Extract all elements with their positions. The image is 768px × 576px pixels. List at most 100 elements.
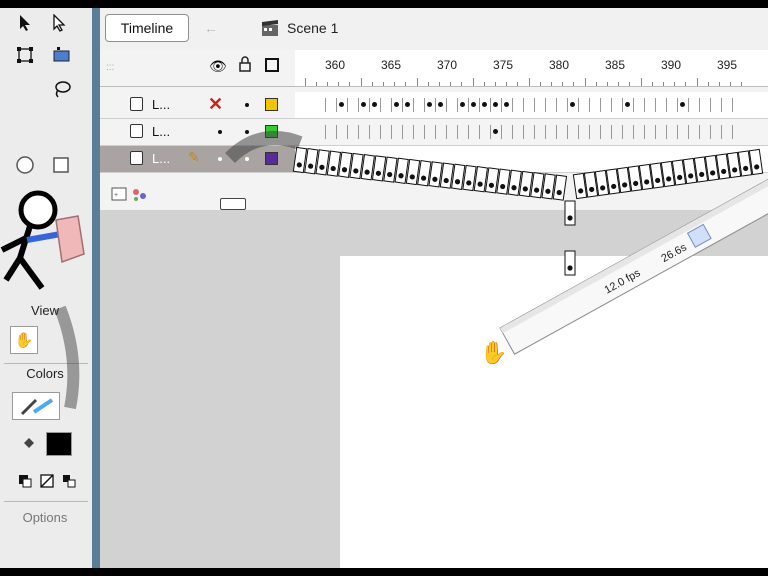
frame-cell[interactable]	[732, 125, 733, 139]
frame-cell[interactable]	[457, 98, 458, 112]
gradient-transform-tool-icon[interactable]	[50, 44, 72, 66]
stroke-color-icon[interactable]	[12, 392, 60, 420]
layer-color-swatch[interactable]	[265, 152, 278, 165]
lasso-tool-icon[interactable]	[50, 78, 72, 100]
keyframe-dot[interactable]	[394, 102, 399, 107]
frame-cell[interactable]	[501, 98, 502, 112]
scene-name[interactable]: Scene 1	[287, 20, 338, 36]
frame-cell[interactable]	[468, 98, 469, 112]
frame-cell[interactable]	[369, 98, 370, 112]
frame-cell[interactable]	[578, 98, 579, 112]
fill-bucket-icon[interactable]	[18, 432, 40, 454]
subselection-tool-icon[interactable]	[48, 12, 70, 34]
frame-cell[interactable]	[644, 98, 645, 112]
frame-cell[interactable]	[446, 125, 447, 139]
frame-cell[interactable]	[490, 125, 491, 139]
frame-cell[interactable]	[402, 125, 403, 139]
visibility-dot[interactable]	[218, 157, 222, 161]
layer-color-swatch[interactable]	[265, 98, 278, 111]
frame-cell[interactable]	[622, 98, 623, 112]
frame-cell[interactable]	[380, 125, 381, 139]
frame-cell[interactable]	[589, 125, 590, 139]
frame-cell[interactable]	[721, 125, 722, 139]
frame-cell[interactable]	[413, 98, 414, 112]
keyframe-dot[interactable]	[427, 102, 432, 107]
frame-cell[interactable]	[523, 98, 524, 112]
frame-cell[interactable]	[336, 125, 337, 139]
frame-cell[interactable]	[336, 98, 337, 112]
frame-cell[interactable]	[666, 125, 667, 139]
frames-row[interactable]	[295, 119, 768, 146]
frame-cell[interactable]	[479, 98, 480, 112]
keyframe-dot[interactable]	[361, 102, 366, 107]
frame-cell[interactable]	[633, 98, 634, 112]
frame-cell[interactable]	[435, 125, 436, 139]
lock-dot[interactable]	[245, 130, 249, 134]
frame-cell[interactable]	[479, 125, 480, 139]
frame-cell[interactable]	[534, 98, 535, 112]
frame-cell[interactable]	[655, 98, 656, 112]
frame-cell[interactable]	[710, 125, 711, 139]
lock-dot[interactable]	[245, 103, 249, 107]
frame-cell[interactable]	[413, 125, 414, 139]
frame-cell[interactable]	[512, 125, 513, 139]
keyframe-dot[interactable]	[405, 102, 410, 107]
oval-tool-icon[interactable]	[14, 154, 36, 176]
frame-cell[interactable]	[545, 98, 546, 112]
frames-row[interactable]	[295, 146, 768, 173]
add-layer-icon[interactable]: +	[110, 184, 150, 209]
frame-cell[interactable]	[556, 98, 557, 112]
frame-ruler[interactable]: 360 365 370 375 380 385 390 395	[295, 50, 768, 87]
frame-cell[interactable]	[512, 98, 513, 112]
swap-colors-icon[interactable]	[58, 470, 80, 492]
frame-cell[interactable]	[600, 125, 601, 139]
frame-cell[interactable]	[325, 125, 326, 139]
visibility-dot[interactable]	[218, 130, 222, 134]
selection-tool-icon[interactable]	[14, 12, 36, 34]
frame-cell[interactable]	[391, 98, 392, 112]
frame-cell[interactable]	[578, 125, 579, 139]
frame-cell[interactable]	[556, 125, 557, 139]
frame-cell[interactable]	[710, 98, 711, 112]
keyframe-dot[interactable]	[570, 102, 575, 107]
red-x-icon[interactable]: ✕	[208, 94, 223, 115]
keyframe-dot[interactable]	[504, 102, 509, 107]
timeline-button[interactable]: Timeline	[105, 14, 189, 42]
frame-cell[interactable]	[380, 98, 381, 112]
fill-color-swatch[interactable]	[46, 432, 72, 456]
frame-cell[interactable]	[567, 125, 568, 139]
frame-cell[interactable]	[633, 125, 634, 139]
frame-cell[interactable]	[402, 98, 403, 112]
frame-cell[interactable]	[347, 125, 348, 139]
frame-cell[interactable]	[721, 98, 722, 112]
frame-cell[interactable]	[611, 98, 612, 112]
frame-cell[interactable]	[325, 98, 326, 112]
layer-row-selected[interactable]: L... ✎	[100, 146, 295, 173]
keyframe-dot[interactable]	[339, 102, 344, 107]
keyframe-dot[interactable]	[482, 102, 487, 107]
frame-cell[interactable]	[666, 98, 667, 112]
frame-cell[interactable]	[534, 125, 535, 139]
delete-layer-button[interactable]	[220, 198, 246, 210]
frame-cell[interactable]	[655, 125, 656, 139]
frame-cell[interactable]	[424, 98, 425, 112]
back-arrow-icon[interactable]: ←	[204, 20, 218, 36]
layer-row[interactable]: L... ✕	[100, 92, 295, 119]
frame-cell[interactable]	[699, 98, 700, 112]
frame-cell[interactable]	[347, 98, 348, 112]
keyframe-dot[interactable]	[680, 102, 685, 107]
layer-color-swatch[interactable]	[265, 125, 278, 138]
frame-cell[interactable]	[688, 98, 689, 112]
frame-cell[interactable]	[622, 125, 623, 139]
frame-cell[interactable]	[468, 125, 469, 139]
frames-row[interactable]	[295, 92, 768, 119]
stage-canvas[interactable]	[340, 256, 768, 568]
frame-cell[interactable]	[490, 98, 491, 112]
frame-cell[interactable]	[567, 98, 568, 112]
frame-cell[interactable]	[424, 125, 425, 139]
frame-cell[interactable]	[688, 125, 689, 139]
frame-cell[interactable]	[611, 125, 612, 139]
frame-cell[interactable]	[600, 98, 601, 112]
lock-icon[interactable]	[238, 56, 252, 77]
frame-cell[interactable]	[457, 125, 458, 139]
